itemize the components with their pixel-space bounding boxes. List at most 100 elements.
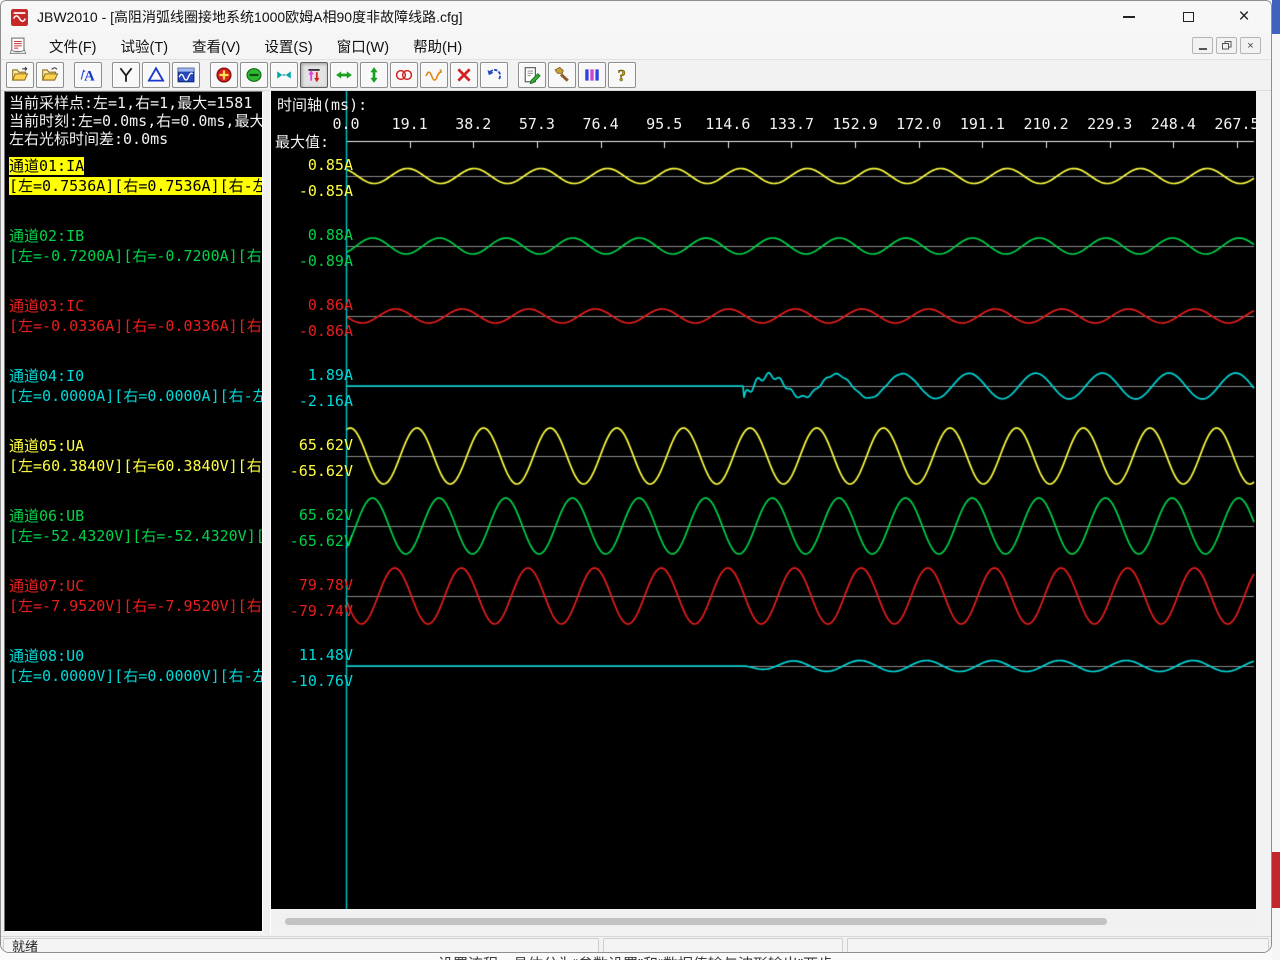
channel-2-label[interactable]: 通道02:IB — [9, 227, 84, 246]
time-tick-label: 267.5 — [1207, 115, 1256, 133]
minimize-button[interactable] — [1105, 1, 1153, 33]
time-tick-label: 191.1 — [952, 115, 1012, 133]
channel-1-min-label: -0.85A — [271, 182, 353, 200]
time-tick-label: 57.3 — [507, 115, 567, 133]
channel-8-label-text: 通道08:U0 — [9, 647, 84, 665]
maximize-button[interactable] — [1164, 1, 1212, 33]
toolbar-separator — [202, 62, 210, 88]
close-button[interactable]: × — [1220, 1, 1268, 33]
panel-splitter[interactable] — [264, 91, 271, 934]
waveform-canvas[interactable] — [271, 91, 1256, 909]
close-icon: × — [1238, 6, 1249, 28]
scrollbar-thumb[interactable] — [285, 918, 1107, 925]
mdi-minimize-button[interactable] — [1192, 37, 1213, 54]
channel-1-values-text: [左=0.7536A][右=0.7536A][右-左 — [9, 177, 263, 195]
current-time-readout: 当前时刻:左=0.0ms,右=0.0ms,最大 — [9, 112, 263, 130]
delete-button[interactable] — [450, 62, 478, 88]
data-table-button[interactable] — [578, 62, 606, 88]
toolbar-separator — [104, 62, 112, 88]
max-value-title: 最大值: — [275, 131, 329, 152]
font-zoom-icon: A — [79, 66, 97, 84]
channel-6-values[interactable]: [左=-52.4320V][右=-52.4320V][ — [9, 527, 263, 546]
channel-3-label-text: 通道03:IC — [9, 297, 84, 315]
channel-6-min-label: -65.62V — [271, 532, 353, 550]
channel-4-max-label: 1.89A — [271, 366, 353, 384]
channel-1-label[interactable]: 通道01:IA — [9, 157, 84, 176]
channel-5-max-label: 65.62V — [271, 436, 353, 454]
waveform-panel: 时间轴(ms): 最大值: 0.019.138.257.376.495.5114… — [271, 91, 1256, 909]
time-tick-label: 133.7 — [761, 115, 821, 133]
edit-report-button[interactable] — [518, 62, 546, 88]
horizontal-scrollbar[interactable] — [272, 913, 1256, 929]
channel-2-label-text: 通道02:IB — [9, 227, 84, 245]
channel-7-values[interactable]: [左=-7.9520V][右=-7.9520V][右- — [9, 597, 263, 616]
menu-item-view[interactable]: 查看(V) — [180, 33, 252, 60]
channel-8-values[interactable]: [左=0.0000V][右=0.0000V][右-左 — [9, 667, 263, 686]
channel-3-label[interactable]: 通道03:IC — [9, 297, 84, 316]
delete-icon — [455, 66, 473, 84]
channel-1-values[interactable]: [左=0.7536A][右=0.7536A][右-左 — [9, 177, 263, 196]
channel-7-label[interactable]: 通道07:UC — [9, 577, 84, 596]
wye-connection-icon — [117, 66, 135, 84]
cursor-delta-readout: 左右光标时间差:0.0ms — [9, 130, 168, 148]
channel-6-label-text: 通道06:UB — [9, 507, 84, 525]
menu-items: 文件(F)试验(T)查看(V)设置(S)窗口(W)帮助(H) — [37, 33, 474, 60]
delta-connection-icon — [147, 66, 165, 84]
channel-6-label[interactable]: 通道06:UB — [9, 507, 84, 526]
zoom-in-time-button[interactable] — [210, 62, 238, 88]
wye-connection-button[interactable] — [112, 62, 140, 88]
channel-6-values-text: [左=-52.4320V][右=-52.4320V][ — [9, 527, 263, 545]
menu-item-settings[interactable]: 设置(S) — [252, 33, 324, 60]
waveform-window-button[interactable] — [172, 62, 200, 88]
font-zoom-button[interactable]: A — [74, 62, 102, 88]
expand-horizontal-button[interactable] — [330, 62, 358, 88]
status-panel-3 — [847, 938, 1269, 953]
expand-vertical-button[interactable] — [360, 62, 388, 88]
single-waveform-button[interactable] — [420, 62, 448, 88]
menu-item-help[interactable]: 帮助(H) — [401, 33, 474, 60]
channel-8-max-label: 11.48V — [271, 646, 353, 664]
zoom-out-time-button[interactable] — [240, 62, 268, 88]
overlay-waveforms-icon — [395, 66, 413, 84]
compress-horizontal-button[interactable] — [270, 62, 298, 88]
channel-7-label-text: 通道07:UC — [9, 577, 84, 595]
time-tick-label: 38.2 — [443, 115, 503, 133]
channel-3-values[interactable]: [左=-0.0336A][右=-0.0336A][右- — [9, 317, 263, 336]
menu-item-file[interactable]: 文件(F) — [37, 33, 109, 60]
open-file-button[interactable] — [6, 62, 34, 88]
channel-6-max-label: 65.62V — [271, 506, 353, 524]
delta-connection-button[interactable] — [142, 62, 170, 88]
waveform-window-icon — [177, 66, 195, 84]
app-icon — [11, 9, 28, 26]
channel-7-max-label: 79.78V — [271, 576, 353, 594]
expand-vertical-icon — [365, 66, 383, 84]
mdi-restore-button[interactable] — [1216, 37, 1237, 54]
channel-8-label[interactable]: 通道08:U0 — [9, 647, 84, 666]
cursor-sync-icon — [305, 66, 323, 84]
menu-item-window[interactable]: 窗口(W) — [325, 33, 401, 60]
undo-button[interactable] — [480, 62, 508, 88]
mdi-close-button[interactable]: × — [1240, 37, 1261, 54]
channel-2-values-text: [左=-0.7200A][右=-0.7200A][右- — [9, 247, 263, 265]
single-waveform-icon — [425, 66, 443, 84]
cursor-sync-button[interactable] — [300, 62, 328, 88]
edit-report-icon — [523, 66, 541, 84]
channel-7-min-label: -79.74V — [271, 602, 353, 620]
time-tick-label: 172.0 — [889, 115, 949, 133]
channel-5-label[interactable]: 通道05:UA — [9, 437, 84, 456]
open-folder-button[interactable] — [36, 62, 64, 88]
channel-4-min-label: -2.16A — [271, 392, 353, 410]
toolbar-separator — [66, 62, 74, 88]
settings-hammer-button[interactable] — [548, 62, 576, 88]
channel-5-values[interactable]: [左=60.3840V][右=60.3840V][右- — [9, 457, 263, 476]
channel-2-values[interactable]: [左=-0.7200A][右=-0.7200A][右- — [9, 247, 263, 266]
channel-3-max-label: 0.86A — [271, 296, 353, 314]
menu-item-test[interactable]: 试验(T) — [109, 33, 181, 60]
time-tick-label: 229.3 — [1080, 115, 1140, 133]
help-button[interactable]: ? — [608, 62, 636, 88]
channel-3-min-label: -0.86A — [271, 322, 353, 340]
document-icon[interactable] — [9, 37, 29, 55]
channel-4-label[interactable]: 通道04:I0 — [9, 367, 84, 386]
overlay-waveforms-button[interactable] — [390, 62, 418, 88]
channel-4-values[interactable]: [左=0.0000A][右=0.0000A][右-左 — [9, 387, 263, 406]
